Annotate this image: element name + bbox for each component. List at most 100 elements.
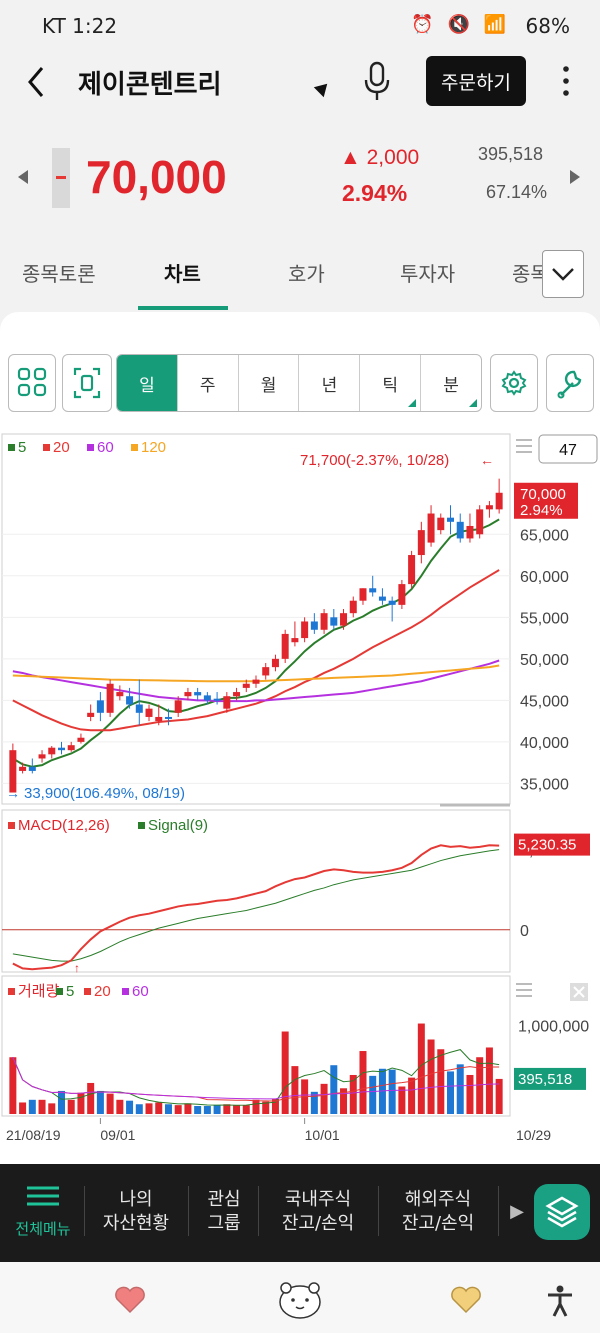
candle-body bbox=[28, 766, 36, 771]
legend-label: MACD(12,26) bbox=[18, 817, 110, 834]
chart-settings-button[interactable] bbox=[490, 354, 538, 412]
volume-bar bbox=[476, 1057, 484, 1114]
candle-body bbox=[223, 696, 231, 709]
legend-label: 5 bbox=[18, 439, 26, 456]
layout-grid-button[interactable] bbox=[8, 354, 56, 412]
macd-panel-frame bbox=[1, 809, 511, 973]
candle-body bbox=[116, 692, 124, 697]
next-stock-icon[interactable] bbox=[570, 170, 580, 184]
candle-body bbox=[96, 700, 104, 713]
price-tick-label: 35,000 bbox=[520, 776, 569, 793]
volume-bar bbox=[417, 1023, 425, 1114]
back-icon[interactable] bbox=[22, 64, 52, 100]
mic-icon[interactable] bbox=[362, 60, 392, 102]
candle-body bbox=[291, 638, 299, 643]
bear-mascot-icon[interactable] bbox=[276, 1280, 324, 1320]
candle-body bbox=[106, 683, 114, 713]
price-tick-label: 40,000 bbox=[520, 735, 569, 752]
legend-label: Signal(9) bbox=[148, 817, 208, 834]
stock-dropdown-icon[interactable] bbox=[313, 78, 333, 98]
chart-panel: 일 주 월 년 틱 분 35,000 40,000 45,000 50,000 55,0… bbox=[0, 312, 600, 1164]
volume-bar bbox=[320, 1083, 328, 1114]
x-axis-label: 09/01 bbox=[100, 1127, 135, 1143]
volume-bars bbox=[9, 1023, 503, 1114]
stock-chart[interactable]: 35,000 40,000 45,000 50,000 55,000 60,000 65,0… bbox=[0, 432, 600, 1164]
nav-my-assets[interactable]: 나의 자산현황 bbox=[92, 1188, 180, 1236]
order-button[interactable]: 주문하기 bbox=[426, 56, 526, 106]
candle-body bbox=[417, 530, 425, 556]
status-icons: ⏰ 🔇 📶 bbox=[411, 14, 510, 35]
layers-button[interactable] bbox=[534, 1184, 590, 1240]
candle-body bbox=[135, 704, 143, 713]
heart-icon[interactable] bbox=[114, 1286, 146, 1314]
volume-bar bbox=[106, 1093, 114, 1114]
cross-arrow-icon: ↑ bbox=[74, 961, 80, 975]
candle-body bbox=[398, 584, 406, 605]
fullscreen-button[interactable] bbox=[62, 354, 112, 412]
nav-domestic-balance[interactable]: 국내주식 잔고/손익 bbox=[264, 1188, 372, 1236]
period-day[interactable]: 일 bbox=[117, 355, 178, 411]
period-year[interactable]: 년 bbox=[299, 355, 361, 411]
price-tick-label: 65,000 bbox=[520, 527, 569, 544]
turnover-rate: 67.14% bbox=[486, 182, 548, 202]
previous-stock-icon[interactable] bbox=[18, 170, 28, 184]
stock-name[interactable]: 제이콘텐트리 bbox=[78, 64, 222, 101]
price-panel-menu-icon[interactable] bbox=[516, 439, 532, 453]
tab-investor[interactable]: 투자자 bbox=[400, 258, 455, 287]
volume-bar bbox=[203, 1106, 211, 1114]
volume-panel-menu-icon[interactable] bbox=[516, 983, 532, 997]
volume-bar bbox=[135, 1104, 143, 1114]
candle-body bbox=[495, 492, 503, 510]
candle-body bbox=[281, 633, 289, 659]
grid-icon bbox=[17, 367, 47, 397]
candle-body bbox=[145, 708, 153, 717]
period-week[interactable]: 주 bbox=[178, 355, 239, 411]
volume-bar bbox=[427, 1039, 435, 1114]
battery-level: 68% bbox=[525, 14, 570, 38]
volume-bar bbox=[174, 1105, 182, 1114]
nav-watch-group[interactable]: 관심 그룹 bbox=[196, 1188, 252, 1236]
period-minute[interactable]: 분 bbox=[421, 355, 481, 411]
price-tick-label: 55,000 bbox=[520, 610, 569, 627]
legend-swatch bbox=[87, 444, 94, 451]
hamburger-menu-icon bbox=[27, 1186, 59, 1206]
nav-all-menu[interactable]: 전체메뉴 bbox=[8, 1184, 78, 1241]
volume-bar bbox=[145, 1103, 153, 1114]
volume-bar bbox=[359, 1051, 367, 1114]
candle-body bbox=[164, 716, 172, 719]
volume-ma-line bbox=[12, 1049, 500, 1106]
status-bar: KT 1:22 ⏰ 🔇 📶 68% bbox=[0, 0, 600, 52]
tab-stock-info[interactable]: 종목 bbox=[512, 258, 542, 287]
candle-body bbox=[262, 667, 270, 676]
legend-swatch bbox=[8, 988, 15, 995]
high-price-annotation: 71,700(-2.37%, 10/28) bbox=[300, 452, 449, 469]
indicator-tools-button[interactable] bbox=[546, 354, 594, 412]
candle-body bbox=[378, 596, 386, 601]
period-minute-label: 분 bbox=[443, 375, 459, 396]
x-axis-label: 10/01 bbox=[305, 1127, 340, 1143]
period-month[interactable]: 월 bbox=[239, 355, 300, 411]
candle-body bbox=[233, 692, 241, 697]
period-selector: 일 주 월 년 틱 분 bbox=[116, 354, 482, 412]
candle-body bbox=[369, 588, 377, 593]
nav-more-partial[interactable]: ▶ bbox=[506, 1200, 528, 1224]
volume-ma-line bbox=[12, 1057, 500, 1102]
tab-discussion[interactable]: 종목토론 bbox=[22, 258, 96, 287]
period-tick[interactable]: 틱 bbox=[360, 355, 422, 411]
volume-bar bbox=[408, 1077, 416, 1114]
legend-swatch bbox=[43, 444, 50, 451]
volume-bar bbox=[456, 1064, 464, 1114]
tab-chart[interactable]: 차트 bbox=[164, 258, 201, 287]
volume-bar bbox=[28, 1099, 36, 1114]
tab-orderbook[interactable]: 호가 bbox=[288, 258, 325, 287]
accessibility-icon[interactable] bbox=[544, 1284, 576, 1318]
volume-bar bbox=[116, 1099, 124, 1114]
heart-icon[interactable] bbox=[450, 1286, 482, 1314]
nav-overseas-balance[interactable]: 해외주식 잔고/손익 bbox=[384, 1188, 492, 1236]
corner-triangle-icon bbox=[408, 399, 417, 407]
close-panel-icon[interactable] bbox=[570, 983, 588, 1001]
tab-expand-button[interactable] bbox=[542, 250, 584, 298]
visible-count-box[interactable]: 47 bbox=[538, 434, 598, 464]
volume-bar bbox=[485, 1047, 493, 1114]
more-menu-icon[interactable] bbox=[556, 64, 576, 98]
